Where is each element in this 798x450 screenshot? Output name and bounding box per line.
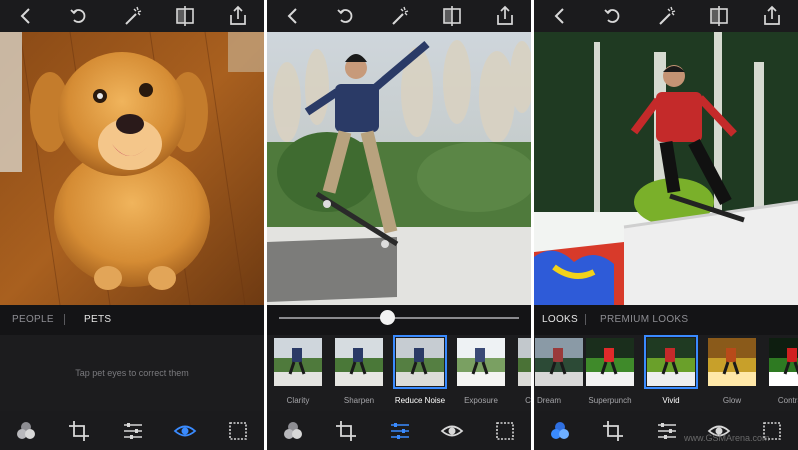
compare-icon[interactable] <box>707 4 731 28</box>
crop-icon[interactable] <box>601 419 625 443</box>
tab-divider <box>64 314 65 325</box>
undo-icon[interactable] <box>334 4 358 28</box>
bottom-toolbar <box>534 411 798 450</box>
share-icon[interactable] <box>226 4 250 28</box>
look-thumb-superpunch[interactable] <box>586 338 634 386</box>
tab-people[interactable]: PEOPLE <box>12 314 54 325</box>
bottom-toolbar <box>0 411 264 450</box>
adjustment-thumb-reduce-noise[interactable] <box>393 335 447 389</box>
crop-icon[interactable] <box>67 419 91 443</box>
intensity-slider-track[interactable] <box>279 317 519 319</box>
adjustments-icon[interactable] <box>121 419 145 443</box>
top-toolbar <box>267 0 531 32</box>
looks-icon[interactable] <box>281 419 305 443</box>
compare-icon[interactable] <box>440 4 464 28</box>
crop-icon[interactable] <box>334 419 358 443</box>
tab-looks[interactable]: LOOKS <box>542 314 578 325</box>
look-thumb-glow[interactable] <box>708 338 756 386</box>
adjustment-thumb-clarity[interactable] <box>274 338 322 386</box>
intensity-slider-knob[interactable] <box>379 310 395 325</box>
eye-icon[interactable] <box>440 419 464 443</box>
adjustment-label: Reduce Noise <box>394 396 446 405</box>
top-toolbar <box>534 0 798 32</box>
intensity-bar <box>267 305 531 335</box>
compare-icon[interactable] <box>173 4 197 28</box>
looks-tabs: LOOKS PREMIUM LOOKS <box>534 305 798 335</box>
look-thumb-vivid[interactable] <box>644 335 698 389</box>
bottom-toolbar <box>267 411 531 450</box>
magic-wand-icon[interactable] <box>388 4 412 28</box>
screen-looks: LOOKS PREMIUM LOOKS Dream Superpunch Viv… <box>534 0 798 450</box>
share-icon[interactable] <box>493 4 517 28</box>
magic-wand-icon[interactable] <box>655 4 679 28</box>
undo-icon[interactable] <box>601 4 625 28</box>
looks-strip: Dream Superpunch Vivid Glow Contrast <box>534 335 798 408</box>
photo-skatepark-vivid[interactable] <box>534 32 798 305</box>
magic-wand-icon[interactable] <box>121 4 145 28</box>
back-icon[interactable] <box>548 4 572 28</box>
frame-icon[interactable] <box>226 419 250 443</box>
photo-skateboarder-noise[interactable] <box>267 32 531 305</box>
screen-adjustments: Clarity Sharpen Reduce Noise Exposure C <box>267 0 531 450</box>
adjustments-icon[interactable] <box>388 419 412 443</box>
tab-premium-looks[interactable]: PREMIUM LOOKS <box>600 314 688 325</box>
adjustment-thumb-sharpen[interactable] <box>335 338 383 386</box>
adjustment-strip: Clarity Sharpen Reduce Noise Exposure C <box>267 335 531 408</box>
adjustment-label: C <box>525 396 531 405</box>
photo-golden-retriever[interactable] <box>0 32 264 305</box>
look-label: Glow <box>722 396 742 405</box>
looks-icon[interactable] <box>548 419 572 443</box>
adjustment-thumb-c[interactable] <box>518 338 531 386</box>
look-label: Vivid <box>662 396 680 405</box>
adjustments-icon[interactable] <box>655 419 679 443</box>
watermark: www.GSMArena.com <box>684 433 770 443</box>
undo-icon[interactable] <box>67 4 91 28</box>
frame-icon[interactable] <box>493 419 517 443</box>
look-label: Superpunch <box>588 396 632 405</box>
look-label: Contrast <box>777 396 798 405</box>
adjustment-label: Sharpen <box>343 396 375 405</box>
mode-tabs: PEOPLE PETS <box>0 305 264 335</box>
back-icon[interactable] <box>14 4 38 28</box>
eye-icon[interactable] <box>173 419 197 443</box>
look-thumb-contrast[interactable] <box>769 338 798 386</box>
look-thumb-dream[interactable] <box>535 338 583 386</box>
back-icon[interactable] <box>281 4 305 28</box>
pet-eye-hint: Tap pet eyes to correct them <box>75 368 189 378</box>
top-toolbar <box>0 0 264 32</box>
looks-icon[interactable] <box>14 419 38 443</box>
share-icon[interactable] <box>760 4 784 28</box>
adjustment-thumb-exposure[interactable] <box>457 338 505 386</box>
screen-red-eye-pets: PEOPLE PETS Tap pet eyes to correct them <box>0 0 264 450</box>
tab-pets[interactable]: PETS <box>84 314 111 325</box>
tab-divider <box>585 314 586 325</box>
